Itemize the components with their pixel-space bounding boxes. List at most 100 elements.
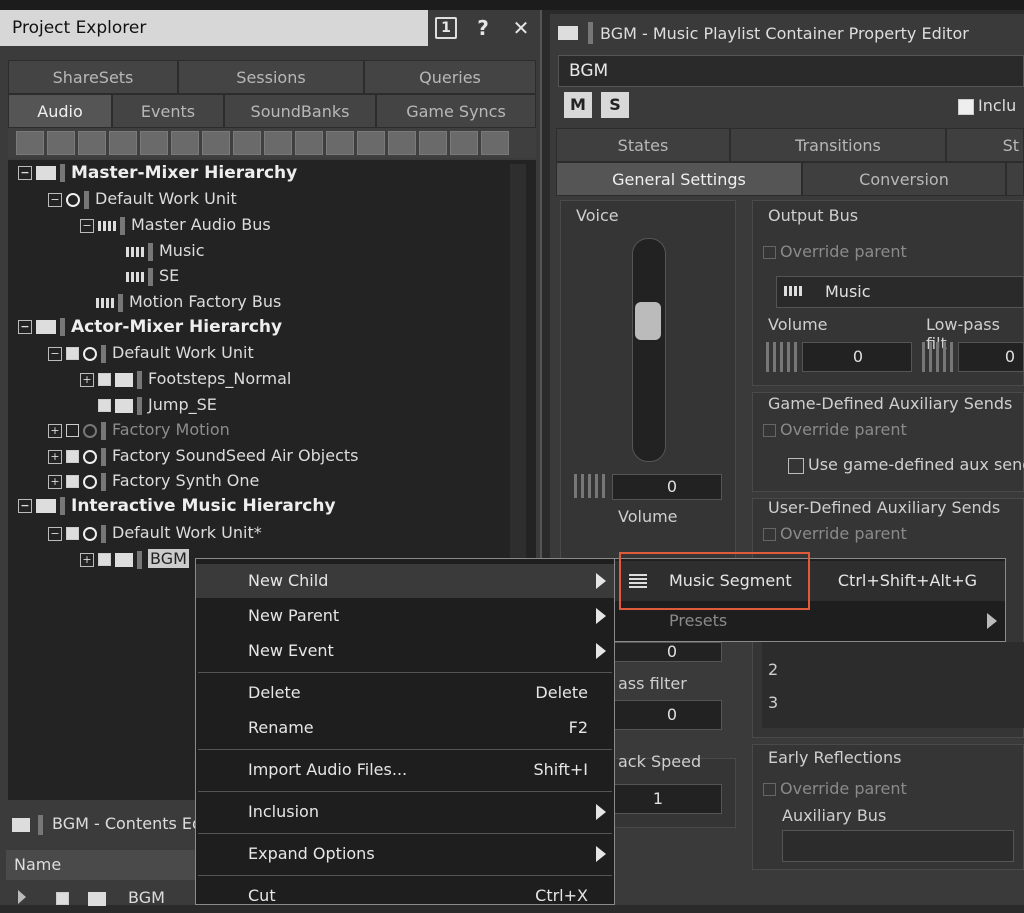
knob-icon[interactable] <box>574 474 608 498</box>
expand-arrow-icon[interactable] <box>18 890 26 904</box>
output-bus-selector[interactable]: Music <box>776 276 1024 308</box>
collapse-icon[interactable]: − <box>48 526 62 541</box>
mute-button[interactable]: M <box>564 92 592 118</box>
expand-icon[interactable]: + <box>48 423 62 438</box>
override-checkbox[interactable] <box>763 246 776 259</box>
menu-item-new-child[interactable]: New Child <box>196 564 614 598</box>
pin-icon[interactable]: 1 <box>435 17 457 39</box>
override-parent-user-aux[interactable]: Override parent <box>763 524 907 543</box>
voice-volume-field[interactable]: 0 <box>612 474 722 500</box>
tab-states[interactable]: States <box>556 128 730 162</box>
expand-icon[interactable]: + <box>48 449 62 464</box>
include-checkbox[interactable] <box>98 373 111 386</box>
object-name-field[interactable]: BGM <box>558 55 1024 87</box>
tree-item[interactable]: Motion Factory Bus <box>96 289 281 314</box>
output-volume-field[interactable]: 0 <box>802 342 912 372</box>
tree-item[interactable]: − Interactive Music Hierarchy <box>18 494 336 519</box>
collapse-icon[interactable]: − <box>48 192 62 207</box>
tab-queries[interactable]: Queries <box>364 60 536 94</box>
column-header-name[interactable]: Name <box>6 850 200 880</box>
knob-icon[interactable] <box>922 342 954 372</box>
volume-slider-track[interactable] <box>632 238 666 462</box>
tree-item[interactable]: Jump_SE <box>98 392 217 417</box>
expand-icon[interactable]: + <box>48 474 62 489</box>
override-parent-game-aux[interactable]: Override parent <box>763 420 907 439</box>
tree-item[interactable]: − Master Audio Bus <box>80 212 271 237</box>
collapse-icon[interactable]: − <box>18 166 32 180</box>
tab-transitions[interactable]: Transitions <box>730 128 946 162</box>
workunit-tool-icon[interactable] <box>16 131 44 155</box>
include-checkbox[interactable] <box>66 450 79 463</box>
aux-bus-tool-icon[interactable] <box>357 131 385 155</box>
expand-icon[interactable]: + <box>80 552 94 567</box>
collapse-icon[interactable]: − <box>18 320 32 334</box>
inclusion-toggle[interactable]: Inclu <box>958 96 1024 122</box>
tree-item[interactable]: + Footsteps_Normal <box>80 366 291 391</box>
contents-row-label[interactable]: BGM <box>128 888 165 907</box>
menu-item-import-audio[interactable]: Import Audio Files... Shift+I <box>196 753 614 787</box>
speed-field[interactable]: 1 <box>612 784 722 814</box>
tab-events[interactable]: Events <box>112 94 224 128</box>
tree-item[interactable]: − Default Work Unit* <box>48 520 262 545</box>
tree-item[interactable]: − Default Work Unit <box>48 186 237 211</box>
override-checkbox[interactable] <box>763 424 776 437</box>
output-lowpass-field[interactable]: 0 <box>958 342 1024 372</box>
include-checkbox[interactable] <box>56 892 69 905</box>
override-checkbox[interactable] <box>763 783 776 796</box>
partial-field[interactable]: 0 <box>612 642 722 662</box>
tree-item[interactable]: Music <box>126 238 205 263</box>
tab-overflow[interactable] <box>1006 162 1024 196</box>
music-playlist-tool-icon[interactable] <box>419 131 447 155</box>
use-game-aux[interactable]: Use game-defined aux send <box>788 455 1024 474</box>
user-aux-row[interactable]: 2 <box>768 660 778 679</box>
tree-item[interactable]: + Factory SoundSeed Air Objects <box>48 443 359 468</box>
blend-container-tool-icon[interactable] <box>233 131 261 155</box>
sound-voice-tool-icon[interactable] <box>295 131 323 155</box>
collapse-icon[interactable]: − <box>80 218 94 233</box>
menu-item-delete[interactable]: Delete Delete <box>196 676 614 710</box>
tab-conversion[interactable]: Conversion <box>802 162 1006 196</box>
tab-audio[interactable]: Audio <box>8 94 112 128</box>
menu-item-new-parent[interactable]: New Parent <box>196 599 614 633</box>
tree-item[interactable]: − Default Work Unit <box>48 340 254 365</box>
volume-slider-thumb[interactable] <box>635 302 661 340</box>
override-parent-early[interactable]: Override parent <box>763 779 907 798</box>
tree-item[interactable]: SE <box>126 263 179 288</box>
menu-item-new-event[interactable]: New Event <box>196 634 614 668</box>
user-aux-row[interactable]: 3 <box>768 693 778 712</box>
actor-mixer-tool-icon[interactable] <box>109 131 137 155</box>
lowpass-field[interactable]: 0 <box>612 700 722 730</box>
virtual-folder-tool-icon[interactable] <box>78 131 106 155</box>
include-checkbox[interactable] <box>66 347 79 360</box>
music-segment-tool-icon[interactable] <box>450 131 478 155</box>
include-checkbox[interactable] <box>98 399 111 412</box>
override-parent-output[interactable]: Override parent <box>763 242 907 261</box>
tab-game-syncs[interactable]: Game Syncs <box>376 94 536 128</box>
music-track-tool-icon[interactable] <box>481 131 509 155</box>
tree-item-selected[interactable]: + BGM <box>80 546 189 571</box>
switch-container-tool-icon[interactable] <box>202 131 230 155</box>
folder-tool-icon[interactable] <box>47 131 75 155</box>
tab-soundbanks[interactable]: SoundBanks <box>224 94 376 128</box>
menu-item-expand-options[interactable]: Expand Options <box>196 837 614 871</box>
tree-item[interactable]: + Factory Motion <box>48 417 230 442</box>
menu-item-rename[interactable]: Rename F2 <box>196 711 614 745</box>
tab-general-settings[interactable]: General Settings <box>556 162 802 196</box>
tab-sharesets[interactable]: ShareSets <box>8 60 178 94</box>
collapse-icon[interactable]: − <box>18 499 32 513</box>
menu-item-inclusion[interactable]: Inclusion <box>196 795 614 829</box>
knob-icon[interactable] <box>766 342 798 372</box>
random-container-tool-icon[interactable] <box>140 131 168 155</box>
include-checkbox[interactable] <box>66 475 79 488</box>
close-icon[interactable]: ✕ <box>509 16 533 40</box>
override-checkbox[interactable] <box>763 528 776 541</box>
tree-item[interactable]: + Factory Synth One <box>48 468 259 493</box>
include-checkbox[interactable] <box>66 424 79 437</box>
expand-icon[interactable]: + <box>80 372 94 387</box>
inclusion-checkbox[interactable] <box>958 98 974 115</box>
sequence-container-tool-icon[interactable] <box>171 131 199 155</box>
include-checkbox[interactable] <box>66 527 79 540</box>
include-checkbox[interactable] <box>98 553 111 566</box>
sound-sfx-tool-icon[interactable] <box>264 131 292 155</box>
aux-bus-field[interactable] <box>782 830 1014 862</box>
